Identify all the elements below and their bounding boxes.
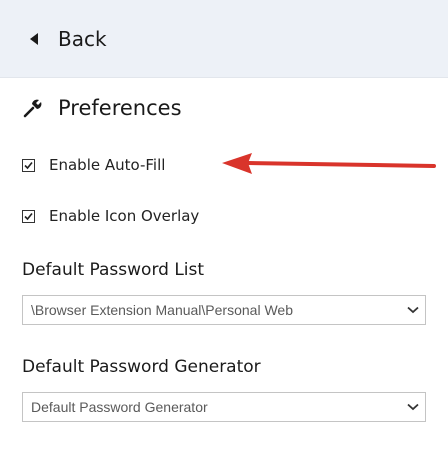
enable-autofill-checkbox[interactable] [22, 158, 35, 172]
header-bar: Back [0, 0, 448, 78]
enable-icon-overlay-label: Enable Icon Overlay [49, 207, 200, 225]
preferences-heading: Preferences [22, 92, 182, 124]
annotation-arrow-icon [222, 153, 436, 174]
preferences-title: Preferences [58, 96, 182, 120]
enable-autofill-label: Enable Auto-Fill [49, 156, 166, 174]
default-password-generator-value: Default Password Generator [31, 399, 208, 415]
checkmark-icon [24, 212, 33, 220]
wrench-icon [23, 99, 42, 118]
chevron-down-icon [401, 295, 425, 325]
default-password-generator-label: Default Password Generator [22, 357, 261, 377]
checkmark-icon [24, 161, 33, 169]
chevron-down-icon [401, 392, 425, 422]
back-arrow-icon [30, 33, 38, 45]
back-label: Back [58, 27, 107, 51]
default-password-list-label: Default Password List [22, 260, 205, 280]
enable-icon-overlay-checkbox[interactable] [22, 209, 35, 223]
enable-autofill-option[interactable]: Enable Auto-Fill [22, 152, 165, 178]
back-button[interactable]: Back [30, 24, 107, 54]
default-password-list-select[interactable]: \Browser Extension Manual\Personal Web [22, 295, 426, 325]
default-password-generator-select[interactable]: Default Password Generator [22, 392, 426, 422]
enable-icon-overlay-option[interactable]: Enable Icon Overlay [22, 203, 199, 229]
default-password-list-value: \Browser Extension Manual\Personal Web [31, 302, 293, 318]
